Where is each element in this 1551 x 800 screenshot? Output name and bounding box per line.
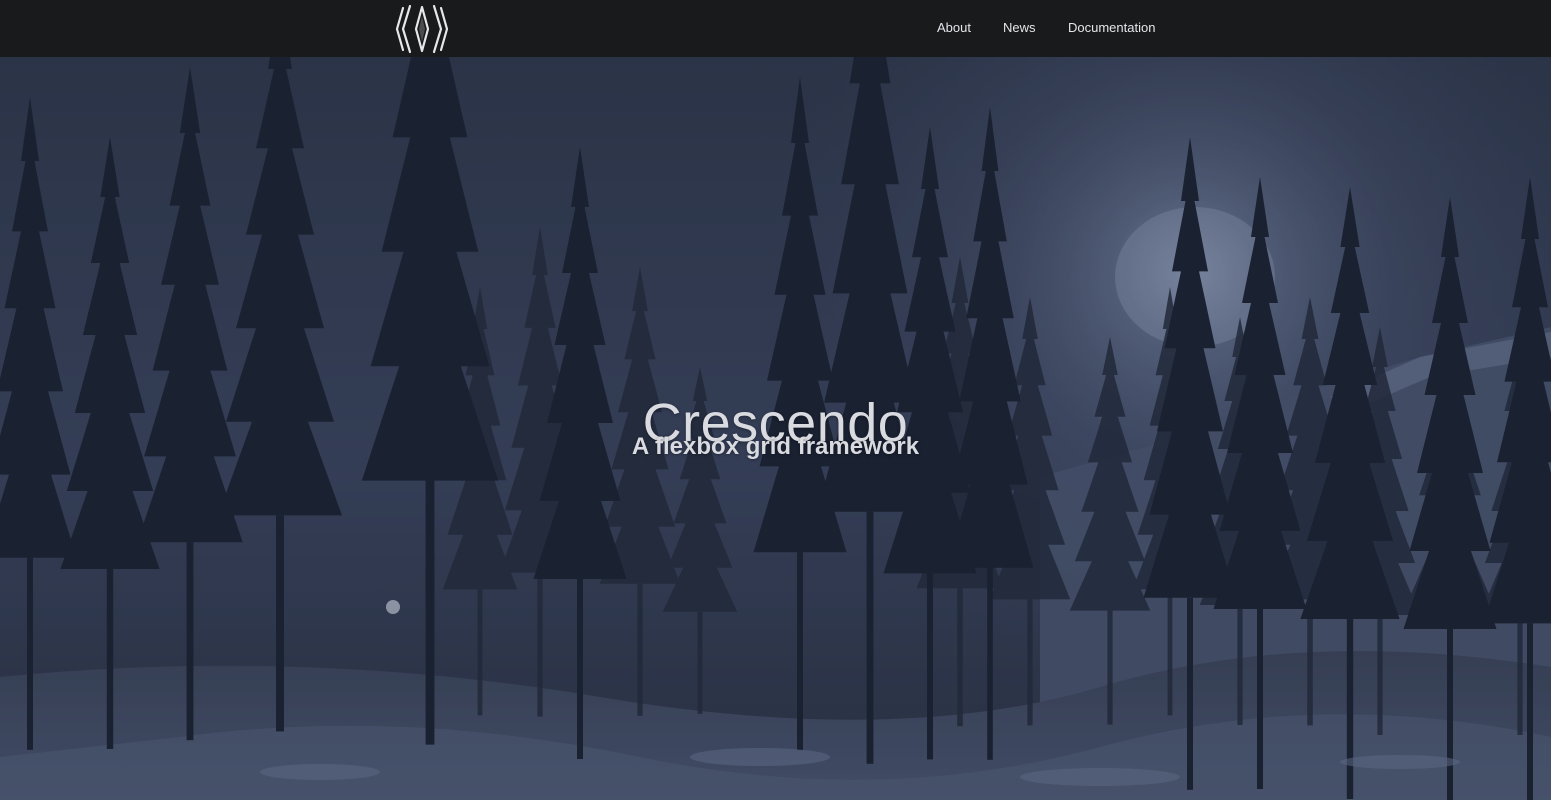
nav-link-documentation[interactable]: Documentation: [1068, 19, 1155, 37]
page: About News Documentation Crescendo A fle…: [0, 0, 1551, 800]
hero-section: Crescendo A flexbox grid framework: [0, 57, 1551, 800]
nav-link-news[interactable]: News: [1003, 19, 1036, 37]
hero-text: Crescendo A flexbox grid framework: [0, 57, 1551, 800]
navbar: About News Documentation: [0, 0, 1551, 57]
main-nav: About News Documentation: [0, 0, 1551, 57]
hero-subtitle: A flexbox grid framework: [631, 432, 920, 460]
nav-link-about[interactable]: About: [937, 19, 971, 37]
